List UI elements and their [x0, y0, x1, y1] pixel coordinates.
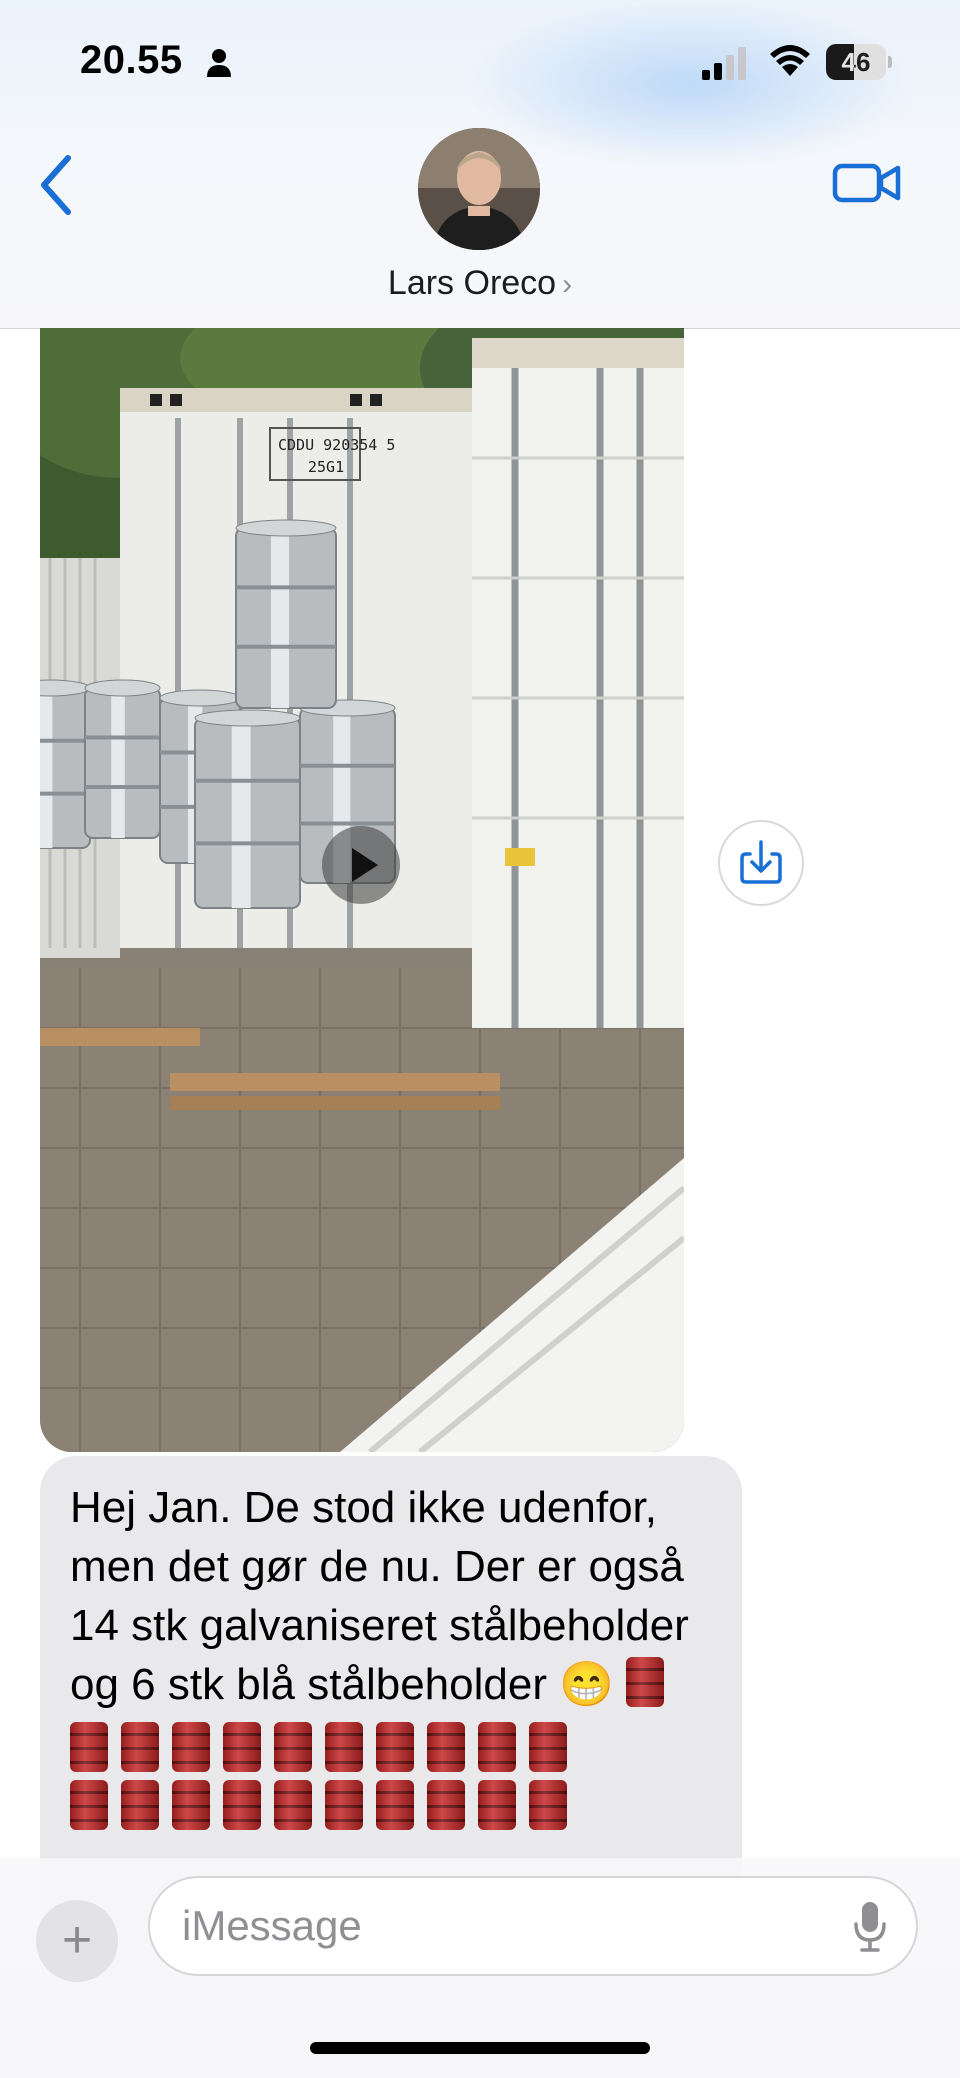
- emoji-row: [70, 1780, 712, 1830]
- video-camera-icon: [832, 163, 901, 203]
- oil-drum-emoji-icon: [70, 1722, 108, 1772]
- contact-avatar[interactable]: [418, 128, 540, 250]
- message-composer: + iMessage: [0, 1858, 960, 2078]
- emoji-row: [70, 1722, 712, 1772]
- play-icon[interactable]: [322, 826, 400, 904]
- contact-name-button[interactable]: Lars Oreco ›: [0, 264, 960, 303]
- oil-drum-emoji-icon: [121, 1722, 159, 1772]
- oil-drum-emoji-icon: [172, 1722, 210, 1772]
- microphone-icon[interactable]: [852, 1900, 888, 1954]
- battery-indicator: 46: [826, 44, 892, 80]
- oil-drum-emoji-icon: [274, 1722, 312, 1772]
- container-number: CDDU 920354 5: [278, 436, 395, 454]
- wifi-icon: [770, 45, 810, 76]
- imessage-input[interactable]: iMessage: [148, 1876, 918, 1976]
- apps-plus-button[interactable]: +: [36, 1900, 118, 1982]
- drum-highlight: [271, 528, 289, 708]
- oil-drum-emoji-icon: [172, 1780, 210, 1830]
- drum-lid: [159, 689, 241, 707]
- oil-drum-emoji-icon: [274, 1780, 312, 1830]
- drum-highlight: [40, 688, 53, 848]
- oil-drum-emoji-icon: [223, 1780, 261, 1830]
- oil-drum-emoji-icon: [376, 1722, 414, 1772]
- video-message-thumbnail[interactable]: CDDU 920354 5 25G1: [40, 328, 684, 1452]
- oil-drum-emoji-icon: [478, 1722, 516, 1772]
- oil-drum-emoji-icon: [223, 1722, 261, 1772]
- download-icon: [740, 840, 782, 884]
- oil-drum-emoji-icon: [427, 1722, 465, 1772]
- message-text: Hej Jan. De stod ikke udenfor, men det g…: [70, 1478, 720, 1714]
- drum-highlight: [111, 688, 125, 838]
- oil-drum-emoji-icon: [529, 1722, 567, 1772]
- battery-percentage: 46: [841, 47, 871, 77]
- back-button[interactable]: [34, 150, 84, 220]
- chevron-left-icon: [41, 155, 71, 215]
- drum-lid: [194, 709, 301, 727]
- save-media-button[interactable]: [718, 820, 804, 906]
- oil-drum-emoji-icon: [325, 1722, 363, 1772]
- clock: 20.55: [80, 38, 183, 82]
- cellular-signal-icon: [702, 47, 746, 80]
- facetime-video-button[interactable]: [832, 158, 902, 208]
- oil-drum-emoji-icon: [626, 1657, 665, 1707]
- oil-drum-emoji-icon: [427, 1780, 465, 1830]
- contact-name: Lars Oreco: [387, 264, 557, 302]
- person-icon: [207, 49, 231, 77]
- status-bar: 20.55 46: [0, 0, 960, 120]
- drum-lid: [84, 679, 161, 697]
- oil-drum-emoji-icon: [376, 1780, 414, 1830]
- drum-lid: [235, 519, 337, 537]
- home-indicator: [310, 2042, 650, 2054]
- oil-drum-emoji-icon: [529, 1780, 567, 1830]
- oil-drum-emoji-icon: [121, 1780, 159, 1830]
- oil-drum-emoji-icon: [478, 1780, 516, 1830]
- chevron-right-icon: ›: [562, 268, 573, 301]
- drum-highlight: [231, 718, 251, 908]
- input-placeholder: iMessage: [182, 1902, 362, 1949]
- container-code: 25G1: [308, 458, 344, 476]
- oil-drum-emoji-icon: [325, 1780, 363, 1830]
- oil-drum-emoji-icon: [70, 1780, 108, 1830]
- message-body: Hej Jan. De stod ikke udenfor, men det g…: [70, 1483, 689, 1709]
